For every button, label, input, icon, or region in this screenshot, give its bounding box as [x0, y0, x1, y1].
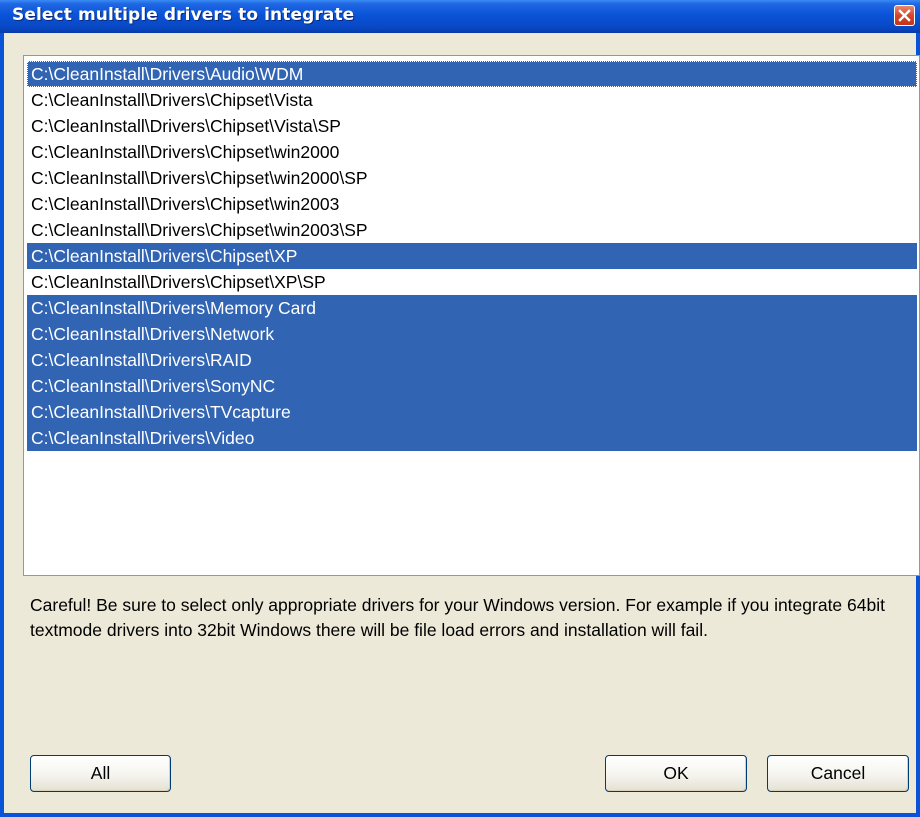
select-all-button[interactable]: All: [30, 755, 171, 792]
list-item[interactable]: C:\CleanInstall\Drivers\Chipset\Vista: [27, 87, 917, 113]
driver-select-dialog: Select multiple drivers to integrate C:\…: [0, 0, 920, 817]
list-item[interactable]: C:\CleanInstall\Drivers\Chipset\XP\SP: [27, 269, 917, 295]
title-bar[interactable]: Select multiple drivers to integrate: [0, 0, 920, 33]
list-item[interactable]: C:\CleanInstall\Drivers\Chipset\win2000: [27, 139, 917, 165]
list-item[interactable]: C:\CleanInstall\Drivers\Chipset\win2000\…: [27, 165, 917, 191]
list-item[interactable]: C:\CleanInstall\Drivers\Chipset\win2003\…: [27, 217, 917, 243]
window-title: Select multiple drivers to integrate: [12, 5, 355, 25]
list-item[interactable]: C:\CleanInstall\Drivers\Chipset\Vista\SP: [27, 113, 917, 139]
cancel-button[interactable]: Cancel: [767, 755, 909, 792]
list-item[interactable]: C:\CleanInstall\Drivers\Audio\WDM: [27, 61, 917, 87]
close-icon: [898, 9, 911, 22]
list-item[interactable]: C:\CleanInstall\Drivers\TVcapture: [27, 399, 917, 425]
ok-button[interactable]: OK: [605, 755, 747, 792]
list-item[interactable]: C:\CleanInstall\Drivers\Network: [27, 321, 917, 347]
drivers-list: C:\CleanInstall\Drivers\Audio\WDM C:\Clea…: [24, 56, 919, 451]
list-item[interactable]: C:\CleanInstall\Drivers\RAID: [27, 347, 917, 373]
list-item[interactable]: C:\CleanInstall\Drivers\Video: [27, 425, 917, 451]
close-button[interactable]: [894, 5, 915, 26]
warning-text: Careful! Be sure to select only appropri…: [30, 595, 885, 640]
list-item[interactable]: C:\CleanInstall\Drivers\SonyNC: [27, 373, 917, 399]
drivers-listbox[interactable]: C:\CleanInstall\Drivers\Audio\WDM C:\Clea…: [23, 55, 920, 576]
list-item[interactable]: C:\CleanInstall\Drivers\Memory Card: [27, 295, 917, 321]
list-item[interactable]: C:\CleanInstall\Drivers\Chipset\win2003: [27, 191, 917, 217]
list-item[interactable]: C:\CleanInstall\Drivers\Chipset\XP: [27, 243, 917, 269]
